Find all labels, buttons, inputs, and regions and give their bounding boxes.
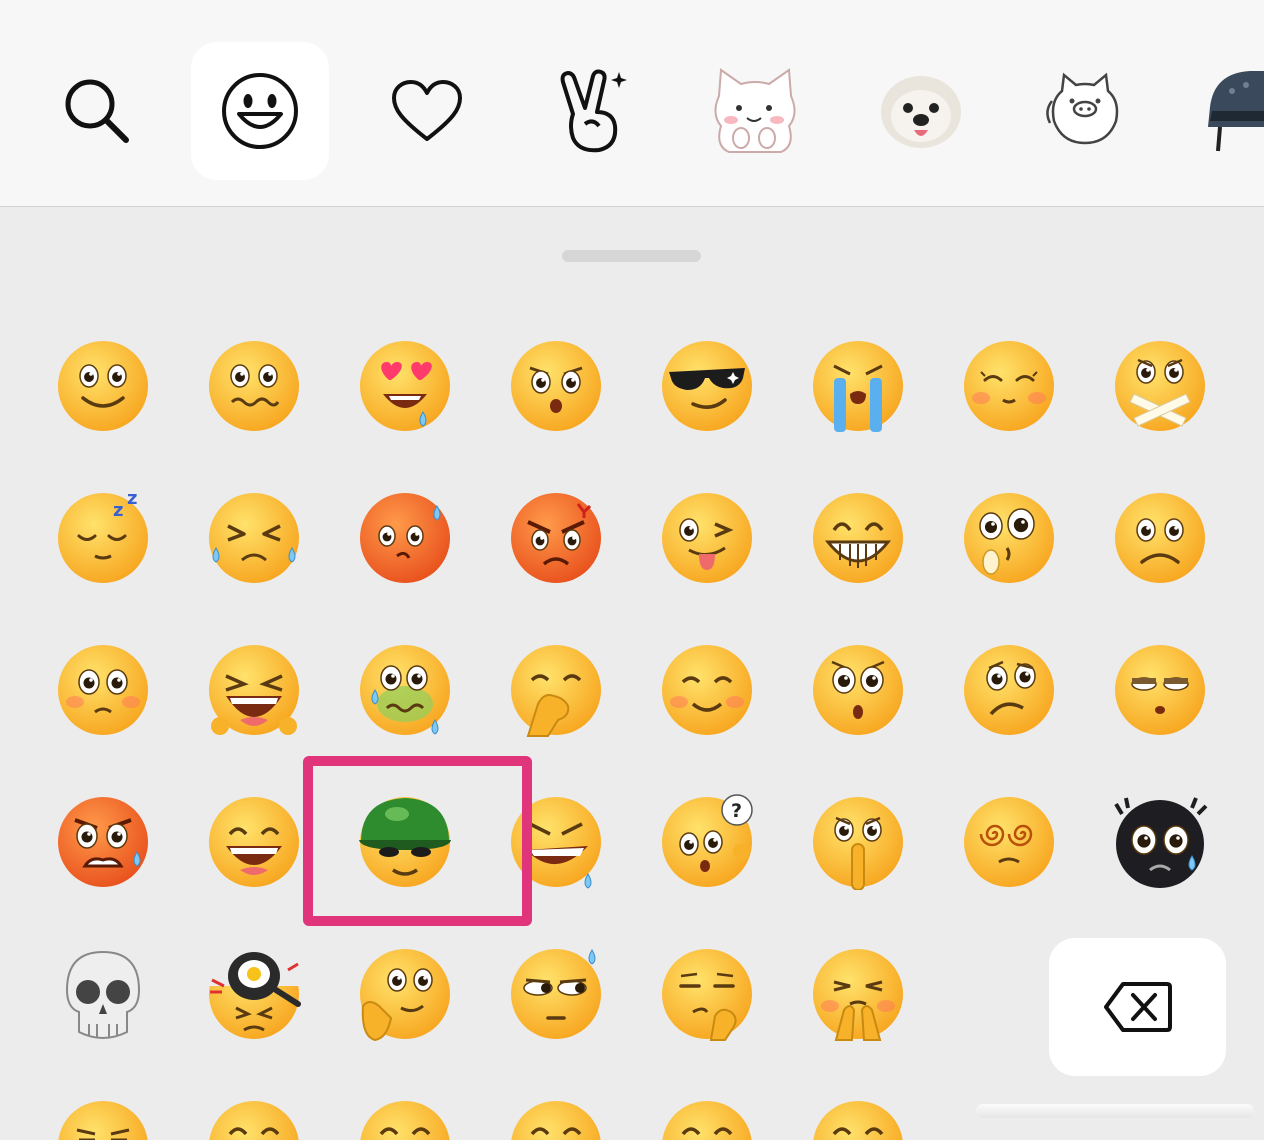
emoji-question-mark[interactable]: ?: [659, 794, 755, 890]
dizzy-emoji-icon: [964, 797, 1054, 887]
emoji-happy-grin[interactable]: [206, 794, 302, 890]
delete-button[interactable]: [1049, 938, 1226, 1076]
backspace-icon: [1103, 982, 1172, 1032]
smile-emoji-icon: [58, 341, 148, 431]
emoji-big-grin[interactable]: [810, 490, 906, 586]
shocked-hand-emoji-icon: [964, 493, 1054, 583]
emoji-shocked-hand[interactable]: [961, 490, 1057, 586]
emoji-sleepy-zzz[interactable]: zz: [55, 490, 151, 586]
question-mark-emoji-icon: ?: [662, 794, 753, 887]
embarrassed-emoji-icon: [58, 645, 148, 735]
emoji-hidden[interactable]: [659, 1098, 755, 1140]
emoji-side-eye-sweat[interactable]: [508, 946, 604, 1042]
emoji-dizzy[interactable]: [961, 794, 1057, 890]
side-eye-sweat-emoji-icon: [511, 949, 601, 1039]
face-palm-thinking-emoji-icon: [360, 949, 450, 1042]
skull-emoji-icon: [65, 950, 141, 1040]
svg-text:?: ?: [731, 800, 742, 822]
emoji-nervous-smile[interactable]: [206, 338, 302, 434]
emoji-hmm-covering-mouth[interactable]: [508, 642, 604, 738]
emoji-shush[interactable]: [810, 794, 906, 890]
smirk-thinking-emoji-icon: [662, 949, 752, 1041]
sleepy-zzz-emoji-icon: zz: [58, 490, 148, 583]
angry-red-emoji-icon: [511, 493, 601, 583]
hidden-emoji-icon: [511, 1101, 601, 1140]
hmm-covering-mouth-emoji-icon: [511, 645, 601, 737]
happy-grin-emoji-icon: [209, 797, 299, 887]
emoji-hidden[interactable]: [357, 1098, 453, 1140]
emoji-unimpressed[interactable]: [1112, 642, 1208, 738]
mouth-taped-emoji-icon: [1115, 341, 1205, 431]
emoji-surprised-o[interactable]: [810, 642, 906, 738]
emoji-smirk-thinking[interactable]: [659, 946, 755, 1042]
heart-eyes-emoji-icon: [360, 341, 450, 431]
emoji-skull[interactable]: [55, 946, 151, 1042]
praying-blush-emoji-icon: [813, 949, 903, 1041]
blushing-closed-eyes-emoji-icon: [964, 341, 1054, 431]
glare-emoji-icon: [511, 341, 601, 431]
emoji-roaring-laugh[interactable]: [206, 642, 302, 738]
surprised-o-emoji-icon: [813, 645, 903, 735]
roaring-laugh-emoji-icon: [209, 645, 299, 735]
laugh-tears-emoji-icon: [209, 493, 299, 583]
wink-tongue-emoji-icon: [662, 493, 752, 583]
emoji-glare[interactable]: [508, 338, 604, 434]
emoji-angry-sweat[interactable]: [55, 794, 151, 890]
emoji-frying-pan[interactable]: [206, 946, 302, 1042]
home-indicator: [976, 1104, 1254, 1118]
emoji-keyboard-panel: z z?: [0, 0, 1264, 1140]
hot-sweat-emoji-icon: [360, 493, 450, 583]
big-grin-emoji-icon: [813, 493, 903, 583]
unimpressed-emoji-icon: [1115, 645, 1205, 735]
sad-emoji-icon: [1115, 493, 1205, 583]
confused-emoji-icon: [964, 645, 1054, 735]
svg-text:z: z: [127, 490, 137, 509]
squint-laugh-emoji-icon: [58, 1101, 148, 1140]
hidden-emoji-icon: [360, 1101, 450, 1140]
emoji-sad[interactable]: [1112, 490, 1208, 586]
emoji-sunglasses[interactable]: [659, 338, 755, 434]
emoji-face-palm-thinking[interactable]: [357, 946, 453, 1042]
emoji-wink-tongue[interactable]: [659, 490, 755, 586]
frying-pan-emoji-icon: [206, 946, 302, 1039]
emoji-black-scared[interactable]: [1112, 794, 1208, 890]
emoji-hidden[interactable]: [206, 1098, 302, 1140]
nervous-smile-emoji-icon: [209, 341, 299, 431]
emoji-sick-teary[interactable]: [357, 642, 453, 738]
emoji-hidden[interactable]: [508, 1098, 604, 1140]
black-scared-emoji-icon: [1114, 797, 1208, 888]
emoji-mouth-taped[interactable]: [1112, 338, 1208, 434]
angry-sweat-emoji-icon: [58, 797, 148, 887]
emoji-blushing-closed-eyes[interactable]: [961, 338, 1057, 434]
svg-text:z: z: [113, 500, 123, 521]
emoji-hot-sweat[interactable]: [357, 490, 453, 586]
emoji-content-smile[interactable]: [659, 642, 755, 738]
emoji-smile[interactable]: [55, 338, 151, 434]
hidden-emoji-icon: [209, 1101, 299, 1140]
emoji-embarrassed[interactable]: [55, 642, 151, 738]
emoji-squint-laugh[interactable]: [55, 1098, 151, 1140]
emoji-heart-eyes[interactable]: [357, 338, 453, 434]
emoji-laugh-tears[interactable]: [206, 490, 302, 586]
emoji-crying-tears[interactable]: [810, 338, 906, 434]
crying-tears-emoji-icon: [813, 341, 903, 432]
shush-emoji-icon: [813, 797, 903, 890]
content-smile-emoji-icon: [662, 645, 752, 735]
hidden-emoji-icon: [662, 1101, 752, 1140]
emoji-hidden[interactable]: [810, 1098, 906, 1140]
sunglasses-emoji-icon: [662, 341, 752, 431]
emoji-angry-red[interactable]: [508, 490, 604, 586]
highlight-frame: [303, 756, 532, 926]
emoji-praying-blush[interactable]: [810, 946, 906, 1042]
sick-teary-emoji-icon: [360, 645, 450, 735]
emoji-confused[interactable]: [961, 642, 1057, 738]
hidden-emoji-icon: [813, 1101, 903, 1140]
